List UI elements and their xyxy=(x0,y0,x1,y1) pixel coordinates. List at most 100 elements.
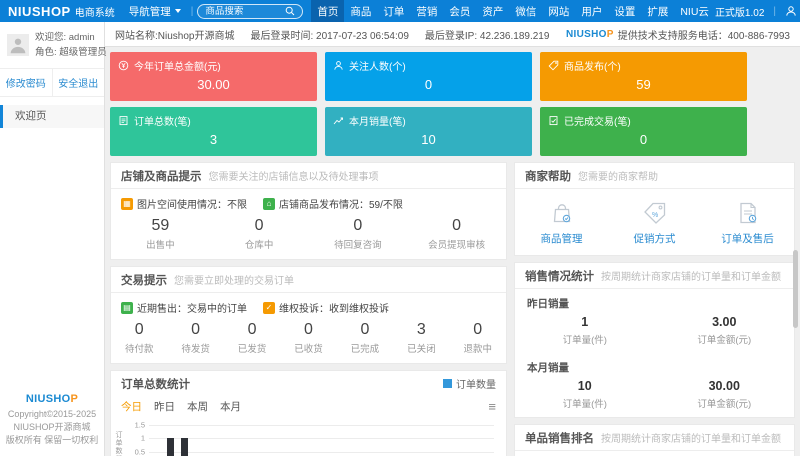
document-icon xyxy=(701,200,794,226)
menu-item-settings[interactable]: 设置 xyxy=(608,0,641,22)
menu-item-orders[interactable]: 订单 xyxy=(377,0,410,22)
card-goods-published[interactable]: 商品发布(个) 59 xyxy=(540,52,747,101)
card-label: 订单总数(笔) xyxy=(134,113,191,128)
topbar-right: 正式版1.02 | | xyxy=(715,4,800,19)
card-completed-trades[interactable]: 已完成交易(笔) 0 xyxy=(540,107,747,156)
order-bar-chart: 订单数量 00.511.5 0:001:002:003:004:005:006:… xyxy=(127,423,498,456)
chart-bar xyxy=(181,438,188,456)
recent-sold-icon: ▤ xyxy=(121,302,133,314)
tab-yesterday[interactable]: 昨日 xyxy=(154,399,175,414)
stat-shipped: 0已发货 xyxy=(224,321,280,355)
image-space-indicator: ▦ 图片空间使用情况：不限 xyxy=(121,196,247,211)
card-total-orders[interactable]: 订单总数(笔) 3 xyxy=(110,107,317,156)
card-label: 关注人数(个) xyxy=(349,58,406,73)
change-password-link[interactable]: 修改密码 xyxy=(0,69,53,96)
dashboard-screen: NIUSHOP 电商系统 导航管理 | 首页 商品 订单 营销 会员 资产 微信… xyxy=(0,0,800,456)
menu-item-marketing[interactable]: 营销 xyxy=(410,0,443,22)
card-label: 已完成交易(笔) xyxy=(564,113,631,128)
complaint-indicator: ✓ 维权投诉：收到维权投诉 xyxy=(263,300,389,315)
card-label: 今年订单总金额(元) xyxy=(134,58,221,73)
copyright-line1: Copyright©2015-2025 xyxy=(0,408,104,421)
coin-icon xyxy=(118,60,129,71)
goods-publish-indicator: ⌂ 店铺商品发布情况：59/不限 xyxy=(263,196,403,211)
top-bar: NIUSHOP 电商系统 导航管理 | 首页 商品 订单 营销 会员 资产 微信… xyxy=(0,0,800,22)
info-bar: 网站名称:Niushop开源商城 最后登录时间: 2017-07-23 06:5… xyxy=(105,22,800,47)
search-icon[interactable] xyxy=(285,6,295,16)
welcome-user: 欢迎您: admin xyxy=(35,30,107,45)
vertical-scrollbar[interactable] xyxy=(793,250,798,328)
stat-cards-row-1: 今年订单总金额(元) 30.00 关注人数(个) 0 商品发布(个) 59 xyxy=(110,52,747,101)
menu-item-website[interactable]: 网站 xyxy=(542,0,575,22)
chevron-down-icon xyxy=(175,9,181,13)
order-chart-panel: 订单总数统计 订单数量 今日 昨日 本周 本月 ≡ 订单数 xyxy=(110,370,507,456)
sidebar-footer: NIUSHOP Copyright©2015-2025 NIUSHOP开源商城 … xyxy=(0,393,104,447)
card-year-order-amount[interactable]: 今年订单总金额(元) 30.00 xyxy=(110,52,317,101)
chart-plot: 00.511.5 xyxy=(149,425,494,456)
card-value: 3 xyxy=(118,132,309,147)
stat-on-sale: 59出售中 xyxy=(111,217,210,251)
chart-title: 订单总数统计 xyxy=(121,376,190,392)
image-space-icon: ▦ xyxy=(121,198,133,210)
sidebar-item-welcome[interactable]: 欢迎页 xyxy=(0,105,104,128)
panel-subtitle: 您需要的商家帮助 xyxy=(578,168,658,183)
stat-completed: 0已完成 xyxy=(337,321,393,355)
card-month-sales[interactable]: 本月销量(笔) 10 xyxy=(325,107,532,156)
help-goods-management[interactable]: 商品管理 xyxy=(515,200,608,246)
account-icon[interactable] xyxy=(785,5,797,17)
month-order-amount: 30.00订单金额(元) xyxy=(655,379,795,410)
copyright-line2: NIUSHOP开源商城 xyxy=(0,421,104,434)
tab-this-month[interactable]: 本月 xyxy=(220,399,241,414)
app-logo[interactable]: NIUSHOP 电商系统 xyxy=(0,4,123,19)
menu-item-niu-cloud[interactable]: NIU云 xyxy=(674,0,715,22)
niushop-footer-logo: NIUSHOP xyxy=(0,393,104,406)
help-promotion[interactable]: % 促销方式 xyxy=(608,200,701,246)
site-name: 网站名称:Niushop开源商城 xyxy=(115,27,250,42)
trend-icon xyxy=(333,115,344,126)
svg-text:%: % xyxy=(652,212,658,219)
menu-item-users[interactable]: 用户 xyxy=(575,0,608,22)
person-icon xyxy=(333,60,344,71)
tag-icon xyxy=(548,60,559,71)
tab-today[interactable]: 今日 xyxy=(121,399,142,414)
card-value: 30.00 xyxy=(118,77,309,92)
user-block: 欢迎您: admin 角色: 超级管理员 xyxy=(0,22,104,69)
tab-this-week[interactable]: 本周 xyxy=(187,399,208,414)
menu-item-members[interactable]: 会员 xyxy=(443,0,476,22)
menu-item-home[interactable]: 首页 xyxy=(311,0,344,22)
recent-sold-indicator: ▤ 近期售出：交易中的订单 xyxy=(121,300,247,315)
niushop-mini-logo: NIUSHOP xyxy=(566,29,614,40)
price-tag-icon: % xyxy=(608,200,701,226)
help-label: 订单及售后 xyxy=(721,233,774,245)
menu-item-goods[interactable]: 商品 xyxy=(344,0,377,22)
help-order-aftersale[interactable]: 订单及售后 xyxy=(701,200,794,246)
menu-item-extensions[interactable]: 扩展 xyxy=(641,0,674,22)
divider: | xyxy=(187,6,198,17)
chart-menu-icon[interactable]: ≡ xyxy=(488,400,496,413)
stat-closed: 3已关闭 xyxy=(393,321,449,355)
copyright-line3: 版权所有 保留一切权利 xyxy=(0,434,104,447)
stat-refunding: 0退款中 xyxy=(450,321,506,355)
product-ranking-panel: 单品销售排名 按周期统计商家店铺的订单量和订单金额 排行 商品信息 销量 1 七… xyxy=(514,424,795,456)
shop-tips-panel: 店铺及商品提示 您需要关注的店铺信息以及待处理事项 ▦ 图片空间使用情况：不限 … xyxy=(110,162,507,260)
ranking-table-header: 排行 商品信息 销量 xyxy=(515,451,794,456)
panel-subtitle: 按周期统计商家店铺的订单量和订单金额 xyxy=(601,268,781,283)
panel-subtitle: 您需要关注的店铺信息以及待处理事项 xyxy=(209,168,379,183)
menu-item-wechat[interactable]: 微信 xyxy=(509,0,542,22)
help-label: 商品管理 xyxy=(541,233,583,245)
card-value: 0 xyxy=(548,132,739,147)
panel-subtitle: 按周期统计商家店铺的订单量和订单金额 xyxy=(601,430,781,445)
card-followers[interactable]: 关注人数(个) 0 xyxy=(325,52,532,101)
last-login-ip: 最后登录IP: 42.236.189.219 xyxy=(425,27,566,42)
card-value: 10 xyxy=(333,132,524,147)
sidebar-actions: 修改密码 安全退出 xyxy=(0,69,104,97)
menu-item-assets[interactable]: 资产 xyxy=(476,0,509,22)
bag-icon xyxy=(515,200,608,226)
chart-y-axis-label: 订单数量 xyxy=(113,431,123,456)
main-content: 今年订单总金额(元) 30.00 关注人数(个) 0 商品发布(个) 59 xyxy=(105,47,800,456)
merchant-help-panel: 商家帮助 您需要的商家帮助 商品管理 % xyxy=(514,162,795,256)
panel-title: 店铺及商品提示 xyxy=(121,168,202,184)
chart-legend: 订单数量 xyxy=(443,376,496,391)
nav-manage-dropdown[interactable]: 导航管理 xyxy=(123,4,187,19)
logout-link[interactable]: 安全退出 xyxy=(53,69,105,96)
search-input[interactable] xyxy=(205,6,285,17)
